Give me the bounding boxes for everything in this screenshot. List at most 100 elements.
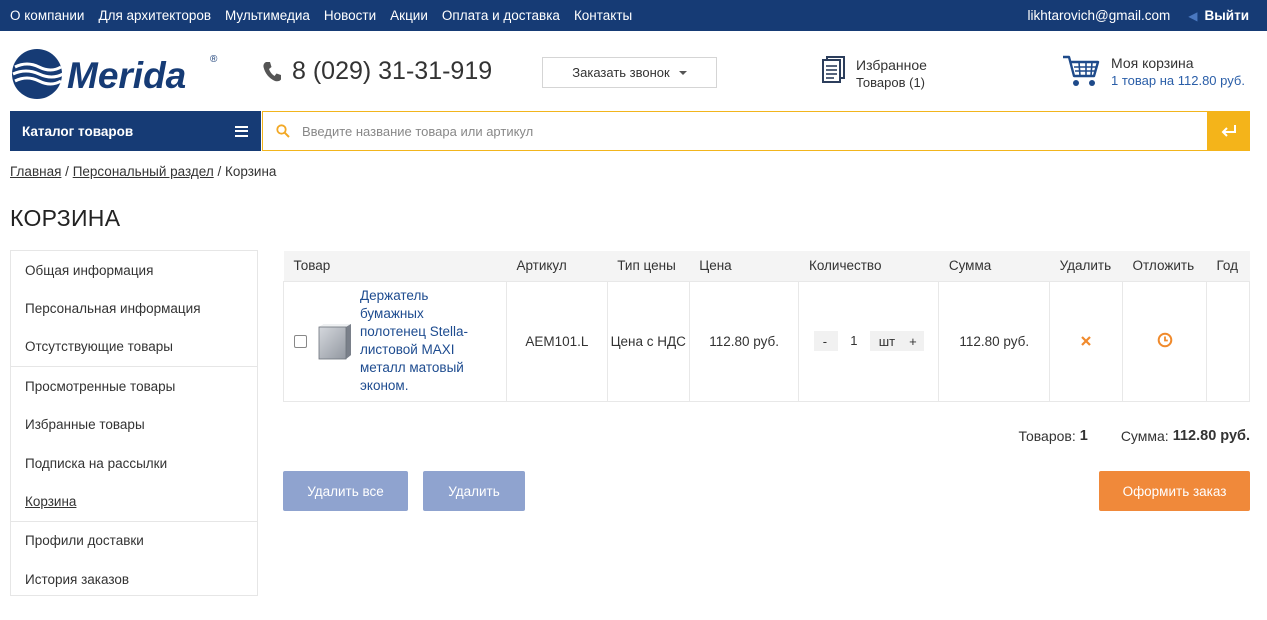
column-header-year: Год xyxy=(1206,251,1250,281)
items-label: Товаров: xyxy=(1018,428,1076,444)
delete-item-icon[interactable] xyxy=(1081,335,1091,346)
product-thumbnail[interactable] xyxy=(317,323,352,360)
nav-link-promotions[interactable]: Акции xyxy=(390,8,428,23)
sidebar-group: Просмотренные товары Избранные товары По… xyxy=(11,367,257,522)
search-bar xyxy=(262,111,1208,151)
nav-link-news[interactable]: Новости xyxy=(324,8,376,23)
postpone-cell xyxy=(1122,280,1207,402)
quantity-unit: шт xyxy=(878,333,896,349)
logout-label: Выйти xyxy=(1204,8,1250,23)
top-bar: О компании Для архитекторов Мультимедиа … xyxy=(0,0,1267,31)
search-icon xyxy=(276,124,290,138)
product-name-link[interactable]: Держатель бумажных полотенец Stella-лист… xyxy=(360,287,490,395)
nav-link-multimedia[interactable]: Мультимедиа xyxy=(225,8,310,23)
document-list-icon xyxy=(822,56,845,83)
table-header-row: Товар Артикул Тип цены Цена Количество С… xyxy=(283,251,1250,281)
sidebar-group: Профили доставки История заказов xyxy=(11,522,257,599)
mini-cart-title: Моя корзина xyxy=(1111,55,1194,71)
column-header-article: Артикул xyxy=(506,251,608,281)
sidebar-item-subscriptions[interactable]: Подписка на рассылки xyxy=(11,444,257,482)
delete-all-button[interactable]: Удалить все xyxy=(283,471,408,511)
sidebar-item-favorite-products[interactable]: Избранные товары xyxy=(11,406,257,444)
cart-table: Товар Артикул Тип цены Цена Количество С… xyxy=(283,251,1251,402)
clock-icon[interactable] xyxy=(1157,332,1173,348)
favorites-count: Товаров (1) xyxy=(856,75,926,90)
mini-cart-link[interactable]: Моя корзина 1 товар на 112.80 руб. xyxy=(1062,54,1245,90)
delete-selected-button[interactable]: Удалить xyxy=(423,471,525,511)
top-nav: О компании Для архитекторов Мультимедиа … xyxy=(10,0,646,31)
sidebar-item-personal-info[interactable]: Персональная информация xyxy=(11,289,257,327)
logout-link[interactable]: ◀ Выйти xyxy=(1188,8,1249,23)
phone-icon xyxy=(263,61,281,81)
cart-totals: Товаров: 1 Сумма: 112.80 руб. xyxy=(1019,428,1250,444)
catalog-menu-button[interactable]: Каталог товаров xyxy=(10,111,261,151)
request-call-button[interactable]: Заказать звонок xyxy=(542,57,717,88)
user-email-link[interactable]: likhtarovich@gmail.com xyxy=(1028,8,1171,23)
exit-arrow-icon: ◀ xyxy=(1188,8,1198,23)
mini-cart-summary: 1 товар на 112.80 руб. xyxy=(1111,73,1245,88)
column-header-price-type: Тип цены xyxy=(607,251,690,281)
search-input[interactable] xyxy=(302,123,1182,139)
product-sum: 112.80 руб. xyxy=(938,280,1051,402)
phone-text: 8 (029) 31-31-919 xyxy=(292,57,493,85)
breadcrumb-personal[interactable]: Персональный раздел xyxy=(73,164,214,179)
sum-value: 112.80 руб. xyxy=(1172,428,1250,444)
column-header-price: Цена xyxy=(689,251,799,281)
delete-cell xyxy=(1049,280,1124,402)
breadcrumb: Главная / Персональный раздел / Корзина xyxy=(10,164,276,179)
items-count: 1 xyxy=(1079,428,1088,444)
favorites-text: Избранное Товаров (1) xyxy=(856,56,927,92)
catalog-label: Каталог товаров xyxy=(22,123,134,139)
sidebar-item-missing-products[interactable]: Отсутствующие товары xyxy=(11,328,257,366)
merida-logo-icon: Merida ® xyxy=(12,49,218,99)
sidebar-item-general-info[interactable]: Общая информация xyxy=(11,251,257,289)
quantity-input[interactable]: 1 xyxy=(837,331,870,351)
page-title: КОРЗИНА xyxy=(10,205,121,231)
chevron-down-icon xyxy=(678,70,687,75)
table-row: Держатель бумажных полотенец Stella-лист… xyxy=(283,280,1251,402)
checkout-button[interactable]: Оформить заказ xyxy=(1099,471,1250,511)
column-header-quantity: Количество xyxy=(798,251,939,281)
enter-arrow-icon xyxy=(1221,125,1236,137)
top-user-area: likhtarovich@gmail.com ◀ Выйти xyxy=(1028,0,1249,31)
sidebar-item-cart[interactable]: Корзина xyxy=(11,482,257,520)
breadcrumb-home[interactable]: Главная xyxy=(10,164,61,179)
quantity-minus-button[interactable]: - xyxy=(814,334,836,349)
merida-logo[interactable]: Merida ® xyxy=(9,48,221,100)
nav-link-contacts[interactable]: Контакты xyxy=(574,8,632,23)
quantity-stepper: - 1 шт + xyxy=(799,331,938,351)
breadcrumb-separator: / xyxy=(217,164,222,179)
search-submit-button[interactable] xyxy=(1207,111,1250,151)
year-cell xyxy=(1205,280,1251,402)
sum-label: Сумма: xyxy=(1120,428,1169,444)
phone-number[interactable]: 8 (029) 31-31-919 xyxy=(262,57,492,86)
sidebar-item-order-history[interactable]: История заказов xyxy=(11,560,257,598)
breadcrumb-current: Корзина xyxy=(225,164,277,179)
row-select-checkbox[interactable] xyxy=(294,334,307,348)
product-price: 112.80 руб. xyxy=(688,280,800,402)
logo-wordmark: Merida xyxy=(67,55,186,96)
request-call-label: Заказать звонок xyxy=(572,65,670,80)
nav-link-architects[interactable]: Для архитекторов xyxy=(98,8,211,23)
product-article: AEM101.L xyxy=(505,280,608,402)
favorites-link[interactable]: Избранное Товаров (1) xyxy=(822,56,927,92)
column-header-postpone: Отложить xyxy=(1122,251,1207,281)
product-price-type: Цена с НДС xyxy=(606,280,690,402)
sidebar-item-delivery-profiles[interactable]: Профили доставки xyxy=(11,522,257,560)
sidebar-item-viewed-products[interactable]: Просмотренные товары xyxy=(11,367,257,405)
product-cell: Держатель бумажных полотенец Stella-лист… xyxy=(283,280,507,402)
quantity-plus-button[interactable]: + xyxy=(902,334,924,349)
column-header-sum: Сумма xyxy=(938,251,1050,281)
nav-link-about[interactable]: О компании xyxy=(10,8,84,23)
mini-cart-text: Моя корзина 1 товар на 112.80 руб. xyxy=(1111,54,1245,90)
column-header-delete: Удалить xyxy=(1049,251,1123,281)
shopping-cart-icon xyxy=(1063,55,1100,86)
quantity-cell: - 1 шт + xyxy=(798,280,940,402)
svg-text:®: ® xyxy=(210,54,218,65)
hamburger-icon xyxy=(235,125,248,137)
sidebar-group: Общая информация Персональная информация… xyxy=(11,251,257,368)
column-header-product: Товар xyxy=(283,251,507,281)
nav-link-payment-delivery[interactable]: Оплата и доставка xyxy=(442,8,560,23)
favorites-title: Избранное xyxy=(856,57,927,73)
personal-sidebar: Общая информация Персональная информация… xyxy=(10,250,258,596)
